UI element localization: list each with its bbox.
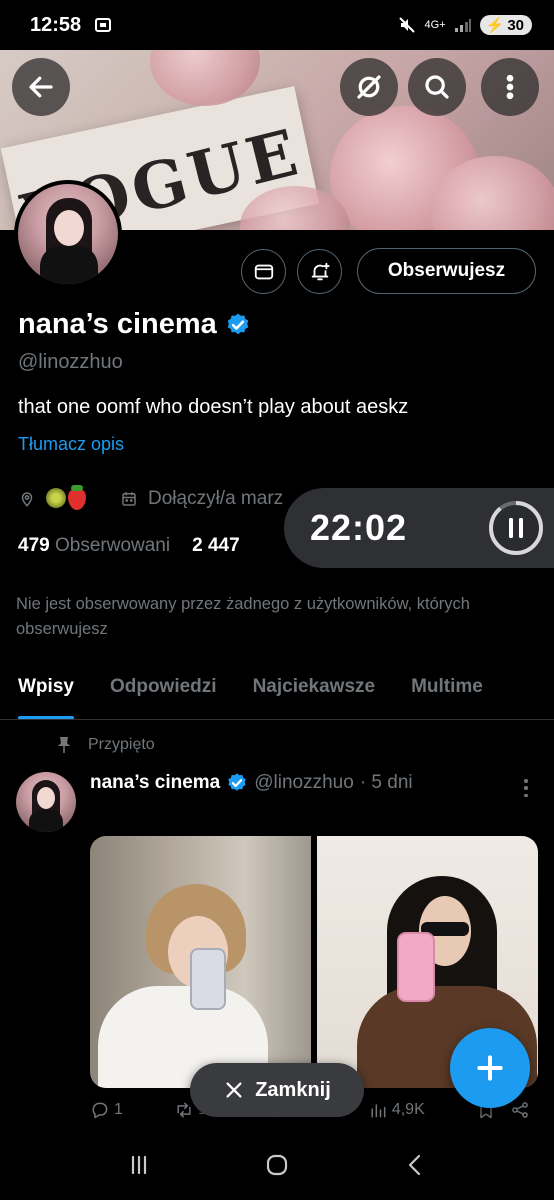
post-author-name[interactable]: nana’s cinema	[90, 772, 220, 794]
signal-icon	[454, 19, 471, 32]
views-count: 4,9K	[391, 1101, 425, 1118]
calendar-icon	[122, 492, 136, 506]
location-icon	[21, 492, 33, 507]
home-icon[interactable]	[263, 1151, 291, 1179]
profile-meta: Dołączył/a marz	[18, 485, 284, 510]
translate-bio-link[interactable]: Tłumacz opis	[18, 434, 124, 455]
more-button[interactable]	[481, 58, 539, 116]
mail-icon	[254, 264, 273, 279]
timer-value: 22:02	[310, 507, 408, 548]
post-header: nana’s cinema @linozzhuo · 5 dni	[90, 772, 413, 794]
network-type: 4G+	[424, 19, 446, 31]
tab-replies[interactable]: Odpowiedzi	[92, 666, 235, 719]
post-image-1[interactable]	[90, 836, 311, 1088]
status-bar: 12:58 4G+ ⚡ 30	[0, 0, 554, 50]
verified-badge-icon	[228, 773, 246, 791]
share-icon[interactable]	[510, 1100, 530, 1120]
post-more-icon[interactable]	[518, 776, 534, 800]
compose-post-button[interactable]	[450, 1028, 530, 1108]
kiwi-emoji-icon	[46, 488, 66, 508]
avatar-photo	[18, 184, 118, 284]
pinned-indicator: Przypięto	[56, 736, 155, 754]
pin-icon	[58, 737, 70, 753]
followers-stat[interactable]: 2 447	[192, 535, 240, 557]
post-author-avatar[interactable]	[16, 772, 76, 832]
pinned-label: Przypięto	[88, 736, 155, 753]
views-icon	[371, 1104, 386, 1118]
reply-count: 1	[114, 1101, 123, 1118]
profile-tabs: Wpisy Odpowiedzi Najciekawsze Multime	[0, 666, 554, 720]
system-nav-bar	[0, 1130, 554, 1200]
search-icon	[425, 75, 449, 99]
battery-icon: ⚡	[485, 17, 505, 34]
message-button[interactable]	[241, 249, 286, 294]
timer-pause-button[interactable]	[488, 500, 544, 556]
close-label: Zamknij	[255, 1078, 331, 1101]
profile-handle: @linozzhuo	[18, 351, 123, 373]
back-button[interactable]	[12, 58, 70, 116]
verified-badge-icon	[227, 313, 249, 334]
more-vertical-icon	[506, 74, 514, 100]
profile-name-row: nana’s cinema	[18, 308, 251, 341]
system-back-icon[interactable]	[401, 1151, 429, 1179]
search-button[interactable]	[408, 58, 466, 116]
status-time: 12:58	[30, 13, 82, 36]
post-author-handle: @linozzhuo	[254, 772, 354, 793]
profile-bio: that one oomf who doesn’t play about aes…	[18, 396, 409, 418]
hide-button[interactable]	[340, 58, 398, 116]
screenshot-icon	[95, 18, 112, 32]
following-button[interactable]: Obserwujesz	[357, 248, 536, 294]
follow-stats: 479 Obserwowani 2 447	[18, 535, 240, 557]
following-stat[interactable]: 479 Obserwowani	[18, 535, 170, 557]
plus-icon	[477, 1055, 503, 1081]
tab-posts[interactable]: Wpisy	[0, 666, 92, 719]
joined-date: Dołączył/a marz	[148, 488, 284, 509]
strawberry-emoji-icon	[68, 485, 86, 510]
hide-icon	[357, 75, 381, 99]
floating-timer[interactable]: 22:02	[284, 488, 554, 568]
recent-apps-icon[interactable]	[125, 1151, 153, 1179]
notifications-button[interactable]	[297, 249, 342, 294]
reply-action[interactable]: 1	[90, 1100, 123, 1120]
following-label: Obserwowani	[54, 535, 171, 556]
battery-level: 30	[507, 16, 524, 34]
following-count: 479	[18, 535, 50, 556]
battery-indicator: ⚡ 30	[479, 15, 532, 35]
followers-count: 2 447	[192, 535, 240, 556]
views-action[interactable]: 4,9K	[368, 1100, 425, 1120]
profile-name: nana’s cinema	[18, 308, 217, 340]
bell-plus-icon	[311, 262, 330, 280]
location-emoji	[46, 485, 86, 510]
mutual-followers-info: Nie jest obserwowany przez żadnego z uży…	[16, 595, 470, 638]
tab-highlights[interactable]: Najciekawsze	[235, 666, 394, 719]
mute-icon	[398, 17, 415, 33]
back-arrow-icon	[29, 76, 53, 98]
reply-icon	[92, 1102, 108, 1119]
repost-icon	[177, 1102, 191, 1118]
profile-avatar[interactable]	[14, 180, 122, 288]
close-icon	[226, 1082, 242, 1098]
tab-media[interactable]: Multime	[393, 666, 501, 719]
close-button[interactable]: Zamknij	[190, 1063, 364, 1117]
post-time: · 5 dni	[359, 772, 413, 793]
